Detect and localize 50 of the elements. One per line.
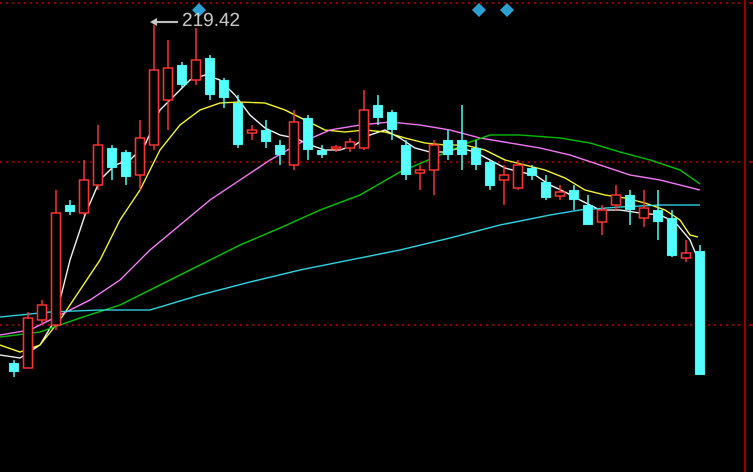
candlestick — [177, 62, 187, 88]
candlestick — [471, 140, 481, 170]
candlestick — [541, 175, 551, 200]
candlestick — [653, 190, 663, 240]
candlestick — [414, 165, 426, 190]
candlestick — [610, 185, 622, 210]
candlestick — [583, 195, 593, 225]
candlestick — [625, 190, 635, 225]
candlestick — [443, 130, 453, 160]
candlestick — [9, 360, 19, 377]
candlestick — [512, 160, 524, 190]
candlestick — [401, 140, 411, 180]
candlestick — [387, 110, 397, 140]
diamond-icon[interactable] — [472, 3, 486, 17]
candlestick — [65, 200, 75, 215]
candlestick — [428, 140, 440, 195]
candlestick — [596, 205, 608, 235]
candlestick — [667, 210, 677, 257]
candlestick — [246, 125, 258, 140]
candlestick — [680, 240, 692, 262]
candlestick — [554, 185, 566, 200]
arrow-icon — [150, 18, 178, 26]
candlestick — [373, 95, 383, 125]
candlestick — [317, 145, 327, 158]
candlestick — [275, 140, 285, 165]
candlestick — [233, 95, 243, 148]
high-price-label: 219.42 — [182, 10, 240, 32]
candlestick — [190, 28, 202, 85]
candlestick — [569, 185, 579, 210]
candlestick — [288, 110, 300, 170]
candlestick — [261, 120, 271, 148]
candlestick — [330, 145, 342, 152]
candlestick — [219, 78, 229, 108]
candlestick — [22, 312, 34, 369]
candlestick — [485, 160, 495, 190]
candlestick — [121, 150, 131, 185]
candlestick — [36, 300, 48, 325]
candlestick — [78, 160, 90, 215]
candlestick — [638, 190, 650, 227]
candlestick — [107, 145, 117, 180]
candlestick — [344, 138, 356, 152]
diamond-icon[interactable] — [500, 3, 514, 17]
candlestick — [358, 90, 370, 150]
candlestick — [303, 115, 313, 160]
candlestick — [527, 165, 537, 180]
candlestick — [498, 165, 510, 205]
candlestick — [134, 120, 146, 190]
candlestick — [457, 105, 467, 170]
candlestick — [205, 55, 215, 100]
candlestick — [92, 125, 104, 190]
